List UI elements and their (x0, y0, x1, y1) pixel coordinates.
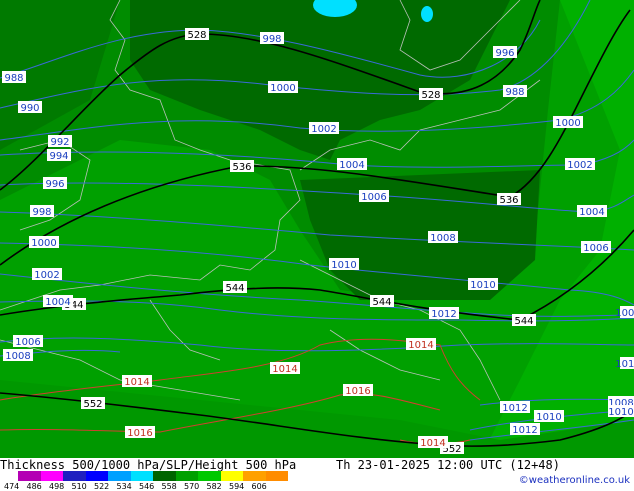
height-label: 536 (232, 162, 251, 173)
slp-label: 1006 (15, 337, 40, 348)
height-label: 536 (499, 195, 518, 206)
slp-label-red: 1014 (272, 364, 297, 375)
slp-label: 1012 (502, 403, 527, 414)
scale-swatch (265, 471, 288, 481)
slp-label: 990 (20, 103, 39, 114)
scale-swatch (63, 471, 86, 481)
slp-label: 1010 (331, 260, 356, 271)
height-label: 544 (372, 297, 391, 308)
slp-label: 988 (505, 87, 524, 98)
slp-label-red: 1016 (127, 428, 152, 439)
slp-label: 1012 (615, 359, 634, 370)
slp-label: 1008 (5, 351, 30, 362)
scale-swatch (243, 471, 266, 481)
scale-swatch (198, 471, 221, 481)
slp-label: 1004 (579, 207, 604, 218)
slp-label-red: 1016 (345, 386, 370, 397)
slp-label: 1004 (339, 160, 364, 171)
height-label: 528 (187, 30, 206, 41)
scale-swatch (85, 471, 108, 481)
slp-label-red: 1014 (124, 377, 149, 388)
weather-map: 528 528 536 536 544 544 544 552 552 544 … (0, 0, 634, 458)
slp-label: 998 (262, 34, 281, 45)
slp-label: 1000 (270, 83, 295, 94)
slp-label: 1000 (31, 238, 56, 249)
slp-label: 1002 (311, 124, 336, 135)
slp-label: 994 (49, 151, 68, 162)
slp-label-red: 1014 (408, 340, 433, 351)
slp-label: 988 (4, 73, 23, 84)
height-label: 544 (514, 316, 533, 327)
slp-label: 996 (495, 48, 514, 59)
scale-swatch (153, 471, 176, 481)
scale-swatch (18, 471, 41, 481)
height-label: 544 (225, 283, 244, 294)
slp-label: 1010 (608, 407, 633, 418)
slp-label: 1012 (512, 425, 537, 436)
valid-time: Th 23-01-2025 12:00 UTC (12+48) (336, 458, 560, 472)
scale-swatch (130, 471, 153, 481)
scale-swatch (220, 471, 243, 481)
height-label: 552 (83, 399, 102, 410)
slp-label: 998 (32, 207, 51, 218)
legend-title: Thickness 500/1000 hPa/SLP/Height 500 hP… (0, 458, 297, 472)
credit-link[interactable]: ©weatheronline.co.uk (519, 475, 630, 486)
slp-label: 1010 (470, 280, 495, 291)
slp-label: 1006 (615, 308, 634, 319)
lake-shape-east (421, 6, 433, 22)
slp-label: 996 (45, 179, 64, 190)
slp-label-red: 1014 (420, 438, 445, 449)
scale-swatch (40, 471, 63, 481)
map-footer: Thickness 500/1000 hPa/SLP/Height 500 hP… (0, 458, 634, 491)
height-label: 528 (421, 90, 440, 101)
slp-label: 1012 (431, 309, 456, 320)
slp-label: 1010 (536, 412, 561, 423)
slp-label: 1006 (583, 243, 608, 254)
slp-label: 1002 (34, 270, 59, 281)
color-scale-bar (18, 471, 288, 481)
slp-label: 992 (50, 137, 69, 148)
slp-label: 1002 (567, 160, 592, 171)
slp-label: 1006 (361, 192, 386, 203)
scale-swatch (175, 471, 198, 481)
scale-swatch (108, 471, 131, 481)
slp-label: 1008 (430, 233, 455, 244)
slp-label: 1004 (45, 297, 70, 308)
slp-label: 1000 (555, 118, 580, 129)
